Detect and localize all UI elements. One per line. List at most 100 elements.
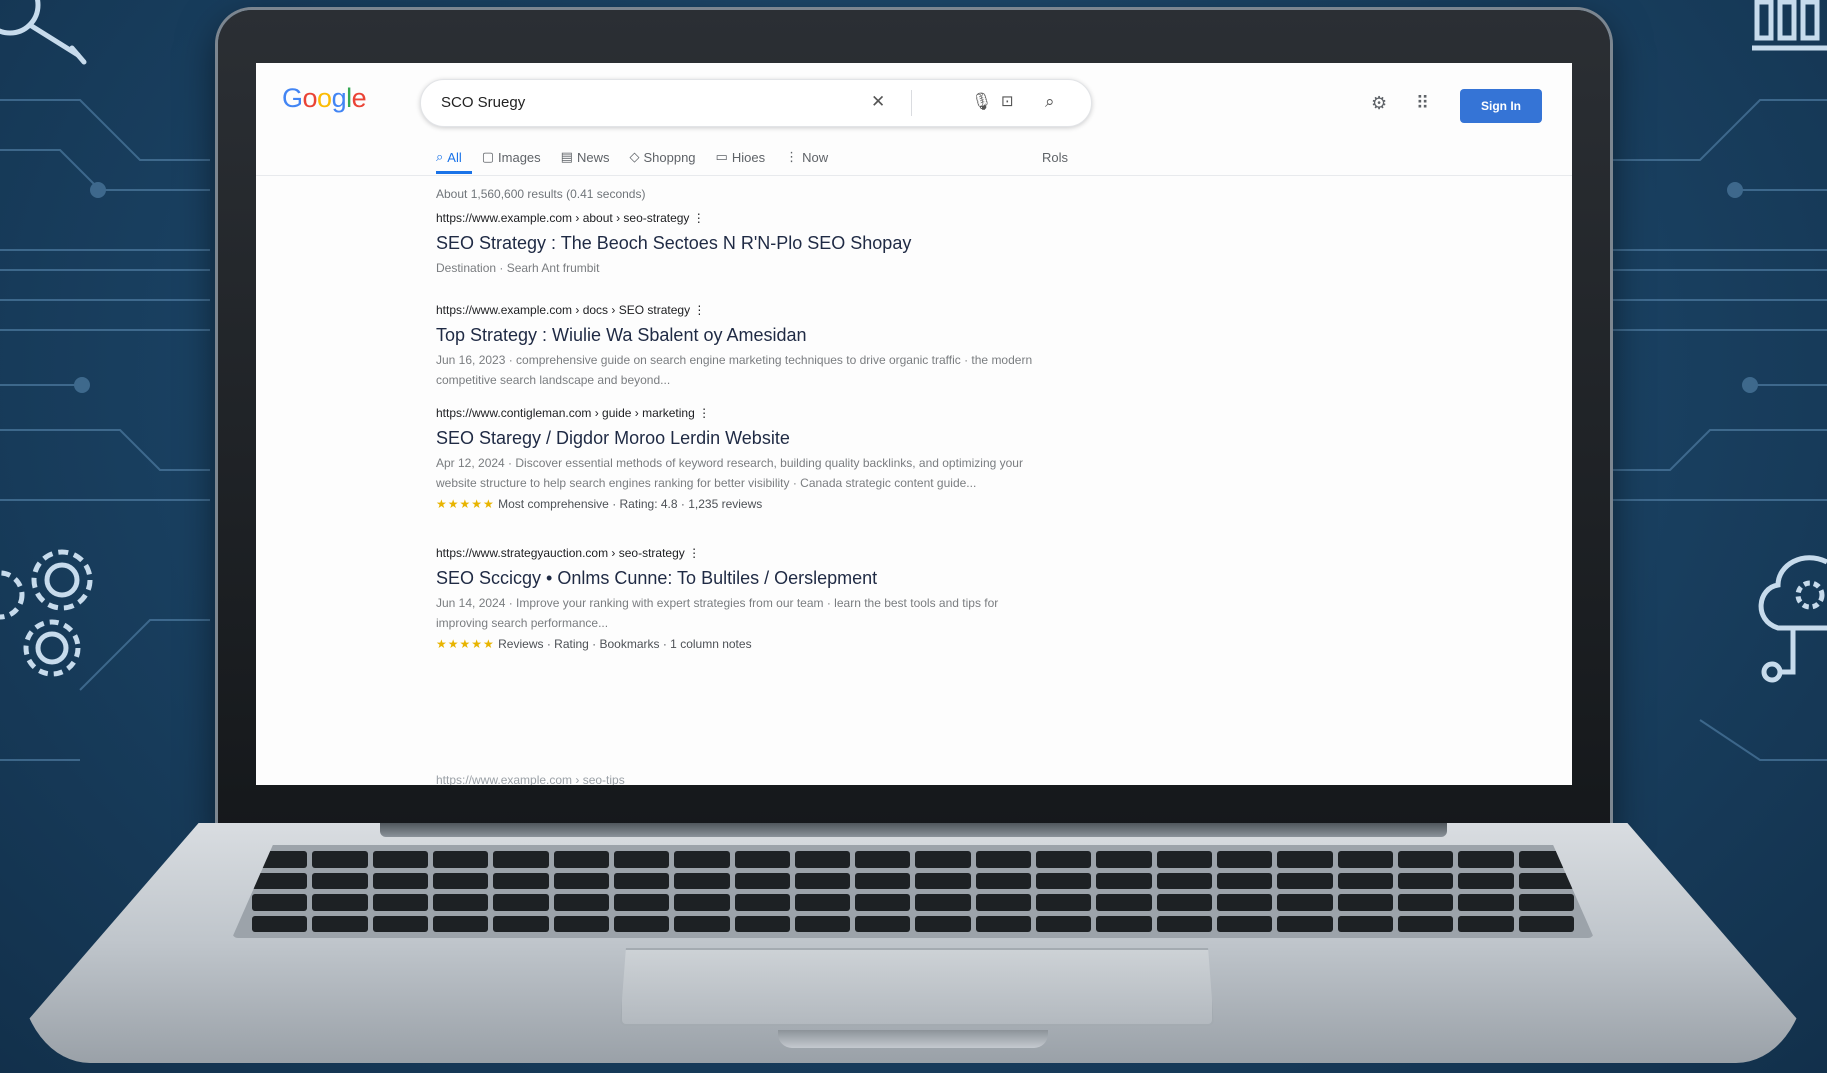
laptop-screen: Google SCO Sruegy ✕ 🎙 ⊡ ⌕ ⚙ ⠿ Sign In ⌕ A… xyxy=(256,63,1572,785)
keyboard-key xyxy=(1458,915,1514,932)
keyboard-key xyxy=(1036,872,1092,889)
microphone-icon[interactable]: 🎙 xyxy=(971,92,993,112)
result-url[interactable]: https://www.strategyauction.com › seo-st… xyxy=(436,546,1036,560)
keyboard-key xyxy=(734,915,790,932)
keyboard-key xyxy=(1277,915,1333,932)
camera-icon[interactable]: ⊡ xyxy=(1001,92,1014,110)
keyboard-key xyxy=(252,915,308,932)
sign-in-button[interactable]: Sign In xyxy=(1460,89,1542,123)
search-icon[interactable]: ⌕ xyxy=(1045,92,1055,112)
keyboard-key xyxy=(1518,872,1574,889)
gears-icon xyxy=(0,549,93,677)
result-snippet: Apr 12, 2024 · Discover essential method… xyxy=(436,456,1023,490)
result-snippet: Destination · Searh Ant frumbit xyxy=(436,261,600,275)
keyboard-key xyxy=(1337,851,1394,868)
keyboard-key xyxy=(794,872,851,889)
keyboard-key xyxy=(432,872,489,889)
google-logo[interactable]: Google xyxy=(282,83,367,114)
tools-button[interactable]: Rols xyxy=(1042,150,1068,165)
chart-icon xyxy=(1752,0,1827,51)
keyboard-key xyxy=(252,894,308,911)
keyboard-key xyxy=(674,894,730,911)
tab-shopping[interactable]: ◇ Shoppng xyxy=(629,149,695,165)
result-stats: About 1,560,600 results (0.41 seconds) xyxy=(436,187,646,201)
keyboard-key xyxy=(312,915,368,932)
keyboard-key xyxy=(493,851,549,868)
keyboard-key xyxy=(1518,894,1574,911)
keyboard-key xyxy=(493,872,549,889)
keyboard-key xyxy=(1337,894,1394,911)
magnifier-icon xyxy=(0,0,87,65)
tab-images[interactable]: ▢ Images xyxy=(482,149,541,165)
keyboard-key xyxy=(1518,915,1574,932)
search-tabs: ⌕ All ▢ Images ▤ News ◇ Shoppng ▭ Hioes ⋮ Now xyxy=(436,149,828,165)
keyboard-key xyxy=(1337,872,1394,889)
keyboard-key xyxy=(915,894,971,911)
keyboard-key xyxy=(975,851,1032,868)
active-tab-indicator xyxy=(436,171,472,174)
keyboard-key xyxy=(1036,894,1092,911)
keyboard-key xyxy=(493,894,549,911)
keyboard-key xyxy=(1096,894,1152,911)
more-icon: ⋮ xyxy=(785,149,799,164)
keyboard-key xyxy=(1277,894,1333,911)
keyboard-key xyxy=(1458,872,1514,889)
laptop-keyboard xyxy=(232,845,1594,938)
result-snippet: Jun 14, 2024 · Improve your ranking with… xyxy=(436,596,999,630)
clear-icon[interactable]: ✕ xyxy=(871,92,885,112)
keyboard-key xyxy=(674,915,730,932)
result-url[interactable]: https://www.example.com › about › seo-st… xyxy=(436,211,1036,225)
keyboard-key xyxy=(372,851,428,868)
keyboard-key xyxy=(855,872,911,889)
keyboard-key xyxy=(1156,894,1213,911)
keyboard-key xyxy=(1096,915,1152,932)
keyboard-key xyxy=(493,915,549,932)
partial-result-url[interactable]: https://www.example.com › seo-tips xyxy=(436,773,625,785)
keyboard-key xyxy=(312,851,368,868)
keyboard-key xyxy=(613,872,670,889)
tab-more[interactable]: ⋮ Now xyxy=(785,149,828,165)
image-icon: ▢ xyxy=(481,149,495,164)
tab-all[interactable]: ⌕ All xyxy=(436,149,462,165)
laptop-hinge xyxy=(380,823,1447,837)
keyboard-key xyxy=(1398,851,1454,868)
result-url[interactable]: https://www.contigleman.com › guide › ma… xyxy=(436,406,1036,420)
result-url[interactable]: https://www.example.com › docs › SEO str… xyxy=(436,303,1036,317)
keyboard-key xyxy=(1217,872,1273,889)
keyboard-key xyxy=(1156,851,1213,868)
keyboard-key xyxy=(252,872,308,889)
keyboard-key xyxy=(915,851,971,868)
keyboard-key xyxy=(312,894,368,911)
result-title[interactable]: Top Strategy : Wiulie Wa Sbalent oy Ames… xyxy=(436,325,1036,346)
result-title[interactable]: SEO Sccicgy • Onlms Cunne: To Bultiles /… xyxy=(436,568,1036,589)
keyboard-key xyxy=(1156,915,1213,932)
rating-stars-icon: ★★★★★ xyxy=(436,497,495,511)
laptop-front-notch xyxy=(778,1030,1048,1048)
settings-gear-icon[interactable]: ⚙ xyxy=(1371,93,1387,114)
search-input[interactable]: SCO Sruegy xyxy=(441,94,525,111)
result-title[interactable]: SEO Staregy / Digdor Moroo Lerdin Websit… xyxy=(436,428,1036,449)
result-title[interactable]: SEO Strategy : The Beoch Sectoes N R'N-P… xyxy=(436,233,1036,254)
keyboard-key xyxy=(1217,851,1273,868)
keyboard-key xyxy=(613,851,670,868)
keyboard-key xyxy=(1096,872,1152,889)
keyboard-key xyxy=(734,894,790,911)
search-divider xyxy=(911,90,912,116)
keyboard-key xyxy=(432,851,489,868)
keyboard-key xyxy=(1398,894,1454,911)
keyboard-key xyxy=(553,851,609,868)
keyboard-key xyxy=(553,915,609,932)
keyboard-key xyxy=(1337,915,1394,932)
trackpad xyxy=(620,948,1214,1026)
keyboard-key xyxy=(975,915,1032,932)
apps-grid-icon[interactable]: ⠿ xyxy=(1416,93,1429,114)
rating-stars-icon: ★★★★★ xyxy=(436,637,495,651)
tab-news[interactable]: ▤ News xyxy=(561,149,610,165)
keyboard-key xyxy=(432,894,489,911)
keyboard-key xyxy=(372,915,428,932)
keyboard-key xyxy=(1398,915,1454,932)
keyboard-key xyxy=(372,894,428,911)
keyboard-key xyxy=(1458,851,1514,868)
search-box[interactable]: SCO Sruegy ✕ 🎙 ⊡ ⌕ xyxy=(420,79,1092,127)
tab-videos[interactable]: ▭ Hioes xyxy=(716,149,766,165)
